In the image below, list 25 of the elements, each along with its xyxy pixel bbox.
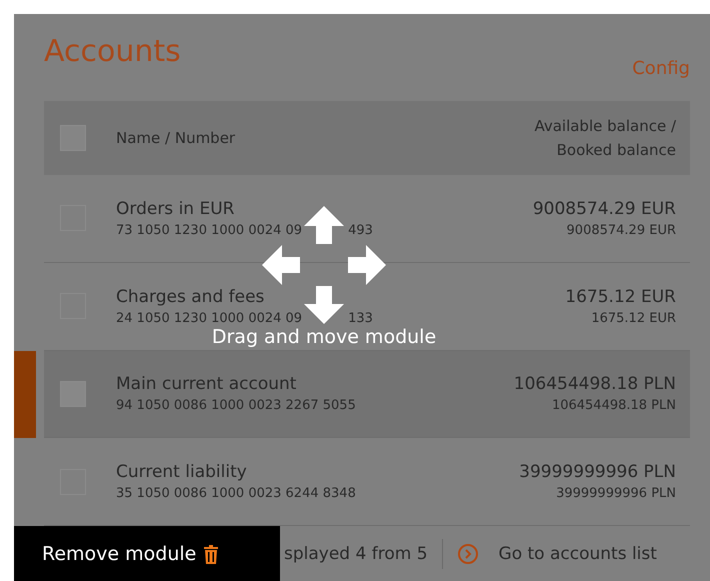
account-number: 73 1050 1230 1000 0024 09 xyxy=(116,222,302,238)
available-balance: 1675.12 EUR xyxy=(565,286,676,307)
available-balance: 106454498.18 PLN xyxy=(514,374,676,394)
account-number: 35 1050 0086 1000 0023 6244 8348 xyxy=(116,486,356,502)
account-name: Main current account xyxy=(116,374,298,394)
accounts-list-link[interactable]: Go to accounts list xyxy=(498,544,657,564)
drag-hint-label: Drag and move module xyxy=(212,326,436,348)
column-header: Available balance / Booked balance xyxy=(534,116,676,162)
booked-balance: 9008574.29 EUR xyxy=(566,222,676,238)
column-header: Name / Number xyxy=(116,129,236,148)
account-name: Orders in EUR xyxy=(116,198,236,219)
booked-balance: 39999999996 PLN xyxy=(556,486,676,502)
account-number: 133 xyxy=(348,310,373,326)
booked-balance: 1675.12 EUR xyxy=(591,310,676,326)
available-balance: 39999999996 PLN xyxy=(519,462,676,482)
account-name: Current liability xyxy=(116,462,248,482)
account-number: 94 1050 0086 1000 0023 2267 5055 xyxy=(116,398,356,414)
items-count: splayed 4 from 5 xyxy=(284,544,428,564)
account-number: 24 1050 1230 1000 0024 09 xyxy=(116,310,302,326)
available-balance: 9008574.29 EUR xyxy=(532,198,676,219)
account-name: Charges and fees xyxy=(116,286,266,307)
module-title: Accounts xyxy=(44,34,181,70)
remove-module-button[interactable]: Remove module xyxy=(14,526,280,581)
booked-balance: 106454498.18 PLN xyxy=(552,398,676,414)
account-number: 493 xyxy=(348,222,373,238)
